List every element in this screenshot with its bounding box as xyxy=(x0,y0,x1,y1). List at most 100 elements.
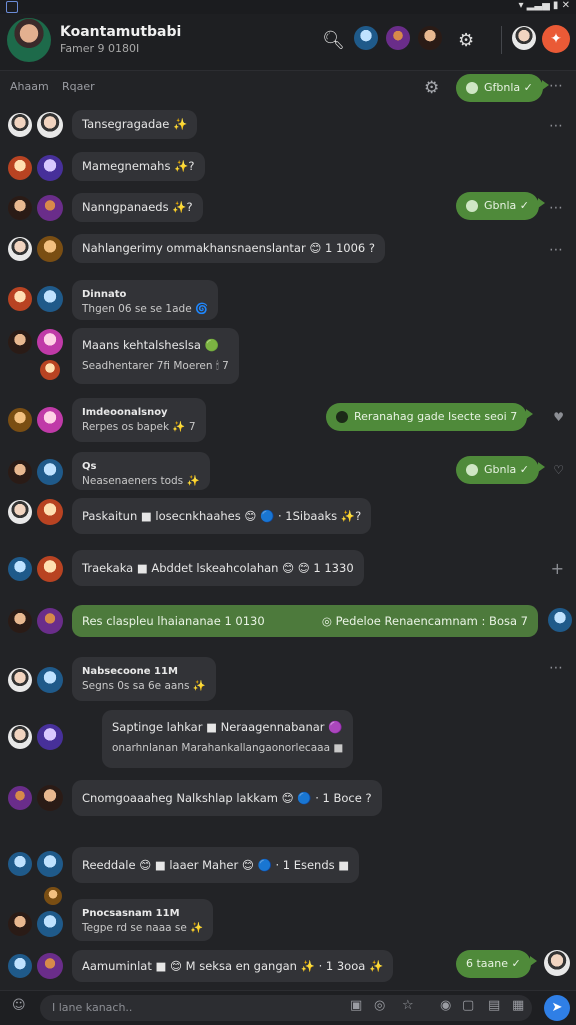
more-icon[interactable]: ⋯ xyxy=(549,78,564,94)
avatar[interactable] xyxy=(8,330,32,354)
more-icon[interactable]: ⋯ xyxy=(549,118,564,134)
reply-pill[interactable]: Gbnla ✓ xyxy=(456,456,545,484)
search-icon[interactable]: 🔍︎ xyxy=(322,30,345,51)
sticker-icon[interactable]: ☆ xyxy=(402,998,414,1013)
message-bubble[interactable]: Cnomgoaaaheg Nalkshlap lakkam 😊 🔵 · 1 Bo… xyxy=(72,780,382,816)
more-icon[interactable]: ⋯ xyxy=(549,660,564,676)
send-button[interactable]: ➤ xyxy=(544,995,570,1021)
message-bubble[interactable]: Nanngpanaeds ✨? xyxy=(72,193,203,222)
more-icon[interactable]: ⋯ xyxy=(549,242,564,258)
reply-pill[interactable]: Reranahag gade Isecte seoi 7 xyxy=(326,403,534,431)
heart-icon[interactable]: ♡ xyxy=(553,463,564,477)
avatar[interactable] xyxy=(37,195,63,221)
avatar[interactable] xyxy=(37,911,63,937)
avatar[interactable] xyxy=(8,460,32,484)
avatar[interactable] xyxy=(8,786,32,810)
avatar[interactable] xyxy=(8,113,32,137)
message-text: Paskaitun ■ losecnkhaahes 😊 🔵 · 1Sibaaks… xyxy=(82,509,362,523)
avatar[interactable] xyxy=(8,156,32,180)
message-text: Tansegragadae ✨ xyxy=(82,117,188,131)
message-bubble[interactable]: Imdeoonalsnoy Rerpes os bapek ✨ 7 xyxy=(72,398,206,442)
divider xyxy=(501,26,502,54)
avatar[interactable] xyxy=(8,725,32,749)
member-avatar[interactable] xyxy=(418,26,442,50)
message-bubble[interactable]: Pnocsasnam 11M Tegpe rd se naaa se ✨ xyxy=(72,899,214,941)
message-bubble[interactable]: Saptinge lahkar ■ Neraagennabanar 🟣 onar… xyxy=(102,710,354,768)
avatar[interactable] xyxy=(37,724,63,750)
avatar[interactable] xyxy=(44,887,62,905)
avatar[interactable] xyxy=(37,459,63,485)
gear-icon[interactable]: ⚙︎ xyxy=(458,30,474,51)
avatar[interactable] xyxy=(37,329,63,355)
heart-icon[interactable]: ♥ xyxy=(553,410,564,424)
avatar[interactable] xyxy=(37,407,63,433)
avatar[interactable] xyxy=(8,609,32,633)
add-icon[interactable]: + xyxy=(551,559,564,578)
avatar[interactable] xyxy=(37,556,63,582)
emoji-icon[interactable]: ☺︎ xyxy=(12,998,26,1013)
attach-icon[interactable]: ▤ xyxy=(488,998,500,1013)
avatar[interactable] xyxy=(37,785,63,811)
avatar[interactable] xyxy=(8,954,32,978)
avatar[interactable] xyxy=(37,608,63,634)
message-bubble[interactable]: Dinnato Thgen 06 se se 1ade 🌀 xyxy=(72,280,219,320)
message-bubble[interactable]: Aamuminlat ■ 😊 M seksa en gangan ✨ · 1 3… xyxy=(72,950,394,982)
avatar[interactable] xyxy=(8,852,32,876)
avatar[interactable] xyxy=(37,286,63,312)
status-bar: ▾ ▂▃▅ ▮ ✕ xyxy=(0,0,576,14)
message-text: Segns 0s sa 6e aans ✨ xyxy=(82,680,206,692)
avatar[interactable] xyxy=(37,667,63,693)
avatar[interactable] xyxy=(548,608,572,632)
message-bubble[interactable]: Qs Neasenaeners tods ✨ xyxy=(72,452,210,490)
user-avatar[interactable] xyxy=(512,26,536,50)
app-badge-icon xyxy=(6,1,18,13)
avatar[interactable] xyxy=(8,668,32,692)
apps-icon[interactable]: ▦ xyxy=(512,998,524,1013)
avatar[interactable] xyxy=(8,500,32,524)
member-avatar[interactable] xyxy=(354,26,378,50)
avatar[interactable] xyxy=(37,851,63,877)
message-input-placeholder: I lane kanach.. xyxy=(52,1001,133,1014)
avatar[interactable] xyxy=(37,155,63,181)
avatar[interactable] xyxy=(37,236,63,262)
toolbar-left-tab[interactable]: Ahaam xyxy=(10,80,49,93)
reply-pill[interactable]: Gbnla ✓ xyxy=(456,192,545,220)
avatar[interactable] xyxy=(8,287,32,311)
message-bubble[interactable]: Nahlangerimy ommakhansnaenslantar 😊 1 10… xyxy=(72,234,385,263)
settings-icon[interactable]: ⚙︎ xyxy=(424,78,439,98)
message-bubble[interactable]: Tansegragadae ✨ xyxy=(72,110,198,139)
message-bubble[interactable]: Traekaka ■ Abddet lskeahcolahan 😊 😊 1 13… xyxy=(72,550,364,586)
message-bubble[interactable]: Maans kehtalsheslsa 🟢 Seadhentarer 7fi M… xyxy=(72,328,239,384)
avatar[interactable] xyxy=(37,112,63,138)
avatar[interactable] xyxy=(8,237,32,261)
avatar[interactable] xyxy=(8,557,32,581)
message-bubble[interactable]: Nabsecoone 11M Segns 0s sa 6e aans ✨ xyxy=(72,657,216,701)
avatar[interactable] xyxy=(40,360,60,380)
reply-pill-label: Reranahag gade Isecte seoi 7 xyxy=(354,410,518,423)
reply-pill[interactable]: Gfbnla ✓ xyxy=(456,74,549,102)
message-bubble[interactable]: Mamegnemahs ✨? xyxy=(72,152,205,181)
toolbar-right-tab[interactable]: Rqaer xyxy=(62,80,95,93)
camera-icon[interactable]: ▢ xyxy=(462,998,474,1013)
image-icon[interactable]: ▣ xyxy=(350,998,362,1013)
record-icon[interactable]: ◉ xyxy=(440,998,451,1013)
message-bubble[interactable]: Paskaitun ■ losecnkhaahes 😊 🔵 · 1Sibaaks… xyxy=(72,498,372,534)
avatar[interactable] xyxy=(8,196,32,220)
message-bubble[interactable]: Res claspleu lhaiananae 1 0130 ◎ Pedeloe… xyxy=(72,605,538,637)
message-bubble[interactable]: Reeddale 😊 ■ laaer Maher 😊 🔵 · 1 Esends … xyxy=(72,847,360,883)
chat-title[interactable]: Koantamutbabi xyxy=(60,24,181,40)
more-icon[interactable]: ⋯ xyxy=(549,200,564,216)
reply-pill-label: 6 taane ✓ xyxy=(466,957,521,970)
avatar[interactable] xyxy=(544,950,570,976)
member-avatar[interactable] xyxy=(386,26,410,50)
ghost-icon[interactable]: ✦ xyxy=(542,25,570,53)
reaction-dot-icon xyxy=(336,411,348,423)
reply-pill[interactable]: 6 taane ✓ xyxy=(456,950,537,978)
message-input[interactable]: I lane kanach.. xyxy=(40,995,532,1021)
gif-icon[interactable]: ◎ xyxy=(374,998,385,1013)
avatar[interactable] xyxy=(37,953,63,979)
avatar[interactable] xyxy=(37,499,63,525)
chat-avatar[interactable] xyxy=(7,18,51,62)
avatar[interactable] xyxy=(8,408,32,432)
avatar[interactable] xyxy=(8,912,32,936)
